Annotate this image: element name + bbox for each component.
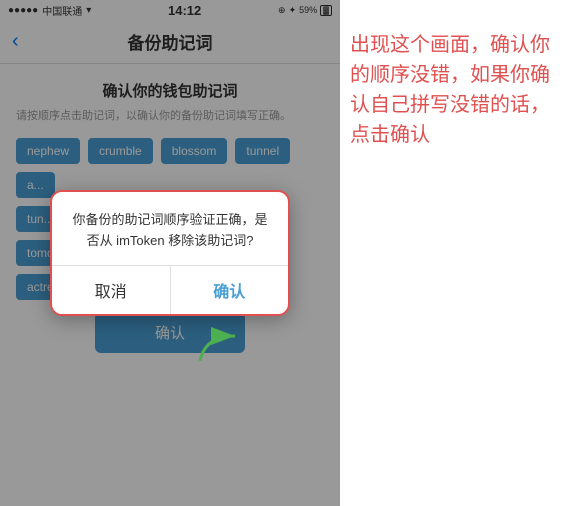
annotation-text: 出现这个画面，确认你的顺序没错，如果你确认自己拼写没错的话，点击确认	[350, 30, 556, 150]
dialog-content: 你备份的助记词顺序验证正确，是否从 imToken 移除该助记词?	[52, 192, 288, 266]
annotation-area: 出现这个画面，确认你的顺序没错，如果你确认自己拼写没错的话，点击确认	[340, 0, 570, 506]
phone-screen: ●●●●● 中国联通 ▾ 14:12 ⊕ ✦ 59% ▓ ‹ 备份助记词 确认你…	[0, 0, 340, 506]
dialog-box: 你备份的助记词顺序验证正确，是否从 imToken 移除该助记词? 取消 确认	[50, 190, 290, 317]
dialog-actions: 取消 确认	[52, 266, 288, 314]
arrow-icon	[195, 326, 245, 371]
dialog-ok-button[interactable]: 确认	[171, 266, 289, 314]
dialog-message: 你备份的助记词顺序验证正确，是否从 imToken 移除该助记词?	[68, 210, 272, 252]
dialog-overlay: 你备份的助记词顺序验证正确，是否从 imToken 移除该助记词? 取消 确认	[0, 0, 340, 506]
dialog-cancel-button[interactable]: 取消	[52, 266, 171, 314]
